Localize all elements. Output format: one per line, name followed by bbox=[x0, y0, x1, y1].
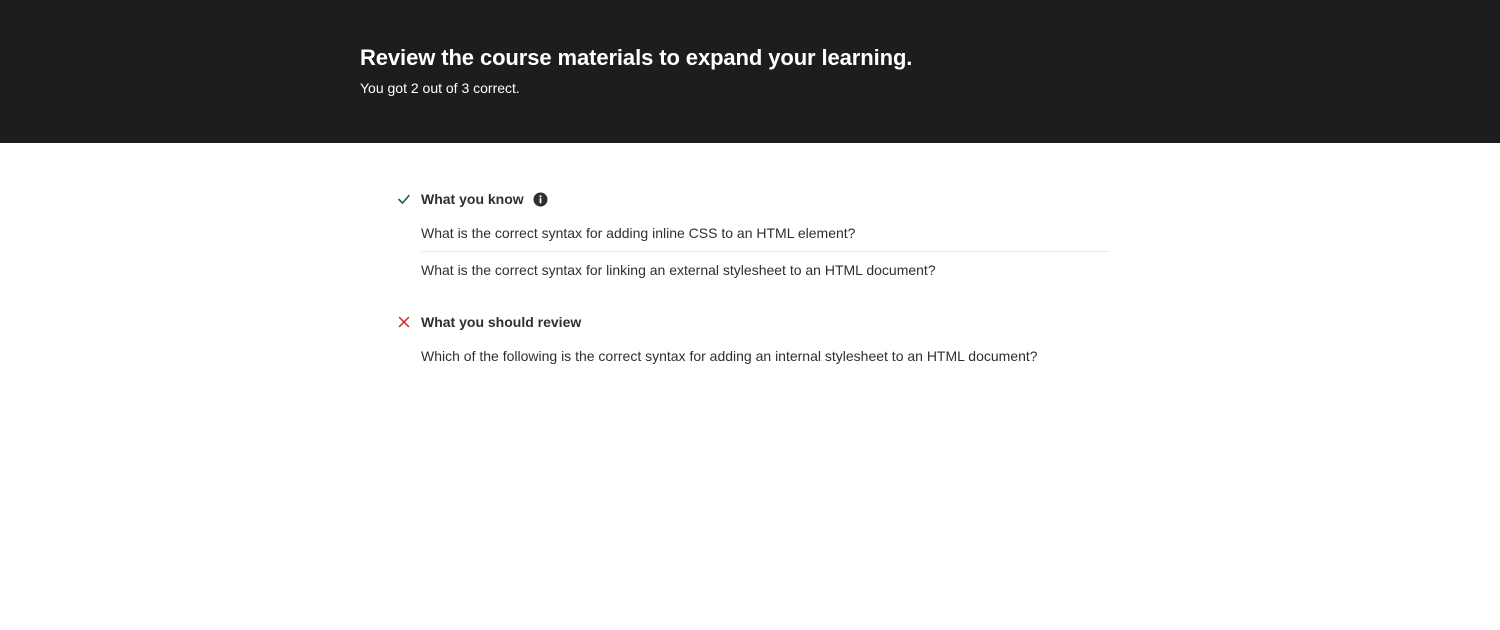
x-icon bbox=[396, 314, 412, 330]
question-item: What is the correct syntax for linking a… bbox=[421, 251, 1108, 288]
section-title: What you should review bbox=[421, 314, 582, 330]
info-icon[interactable] bbox=[533, 192, 548, 207]
score-text: You got 2 out of 3 correct. bbox=[360, 80, 520, 96]
section-header: What you know bbox=[396, 188, 1108, 210]
page-title: Review the course materials to expand yo… bbox=[360, 45, 913, 70]
what-you-should-review-section: What you should review Which of the foll… bbox=[396, 311, 1108, 374]
question-list: Which of the following is the correct sy… bbox=[421, 347, 1108, 374]
question-item: Which of the following is the correct sy… bbox=[421, 348, 1038, 364]
results-banner: Review the course materials to expand yo… bbox=[0, 0, 1500, 143]
question-list: What is the correct syntax for adding in… bbox=[421, 224, 1108, 288]
what-you-know-section: What you know What is the correct syntax… bbox=[396, 188, 1108, 288]
check-icon bbox=[396, 191, 412, 207]
question-item: What is the correct syntax for adding in… bbox=[421, 225, 856, 241]
section-header: What you should review bbox=[396, 311, 1108, 333]
section-title: What you know bbox=[421, 191, 524, 207]
